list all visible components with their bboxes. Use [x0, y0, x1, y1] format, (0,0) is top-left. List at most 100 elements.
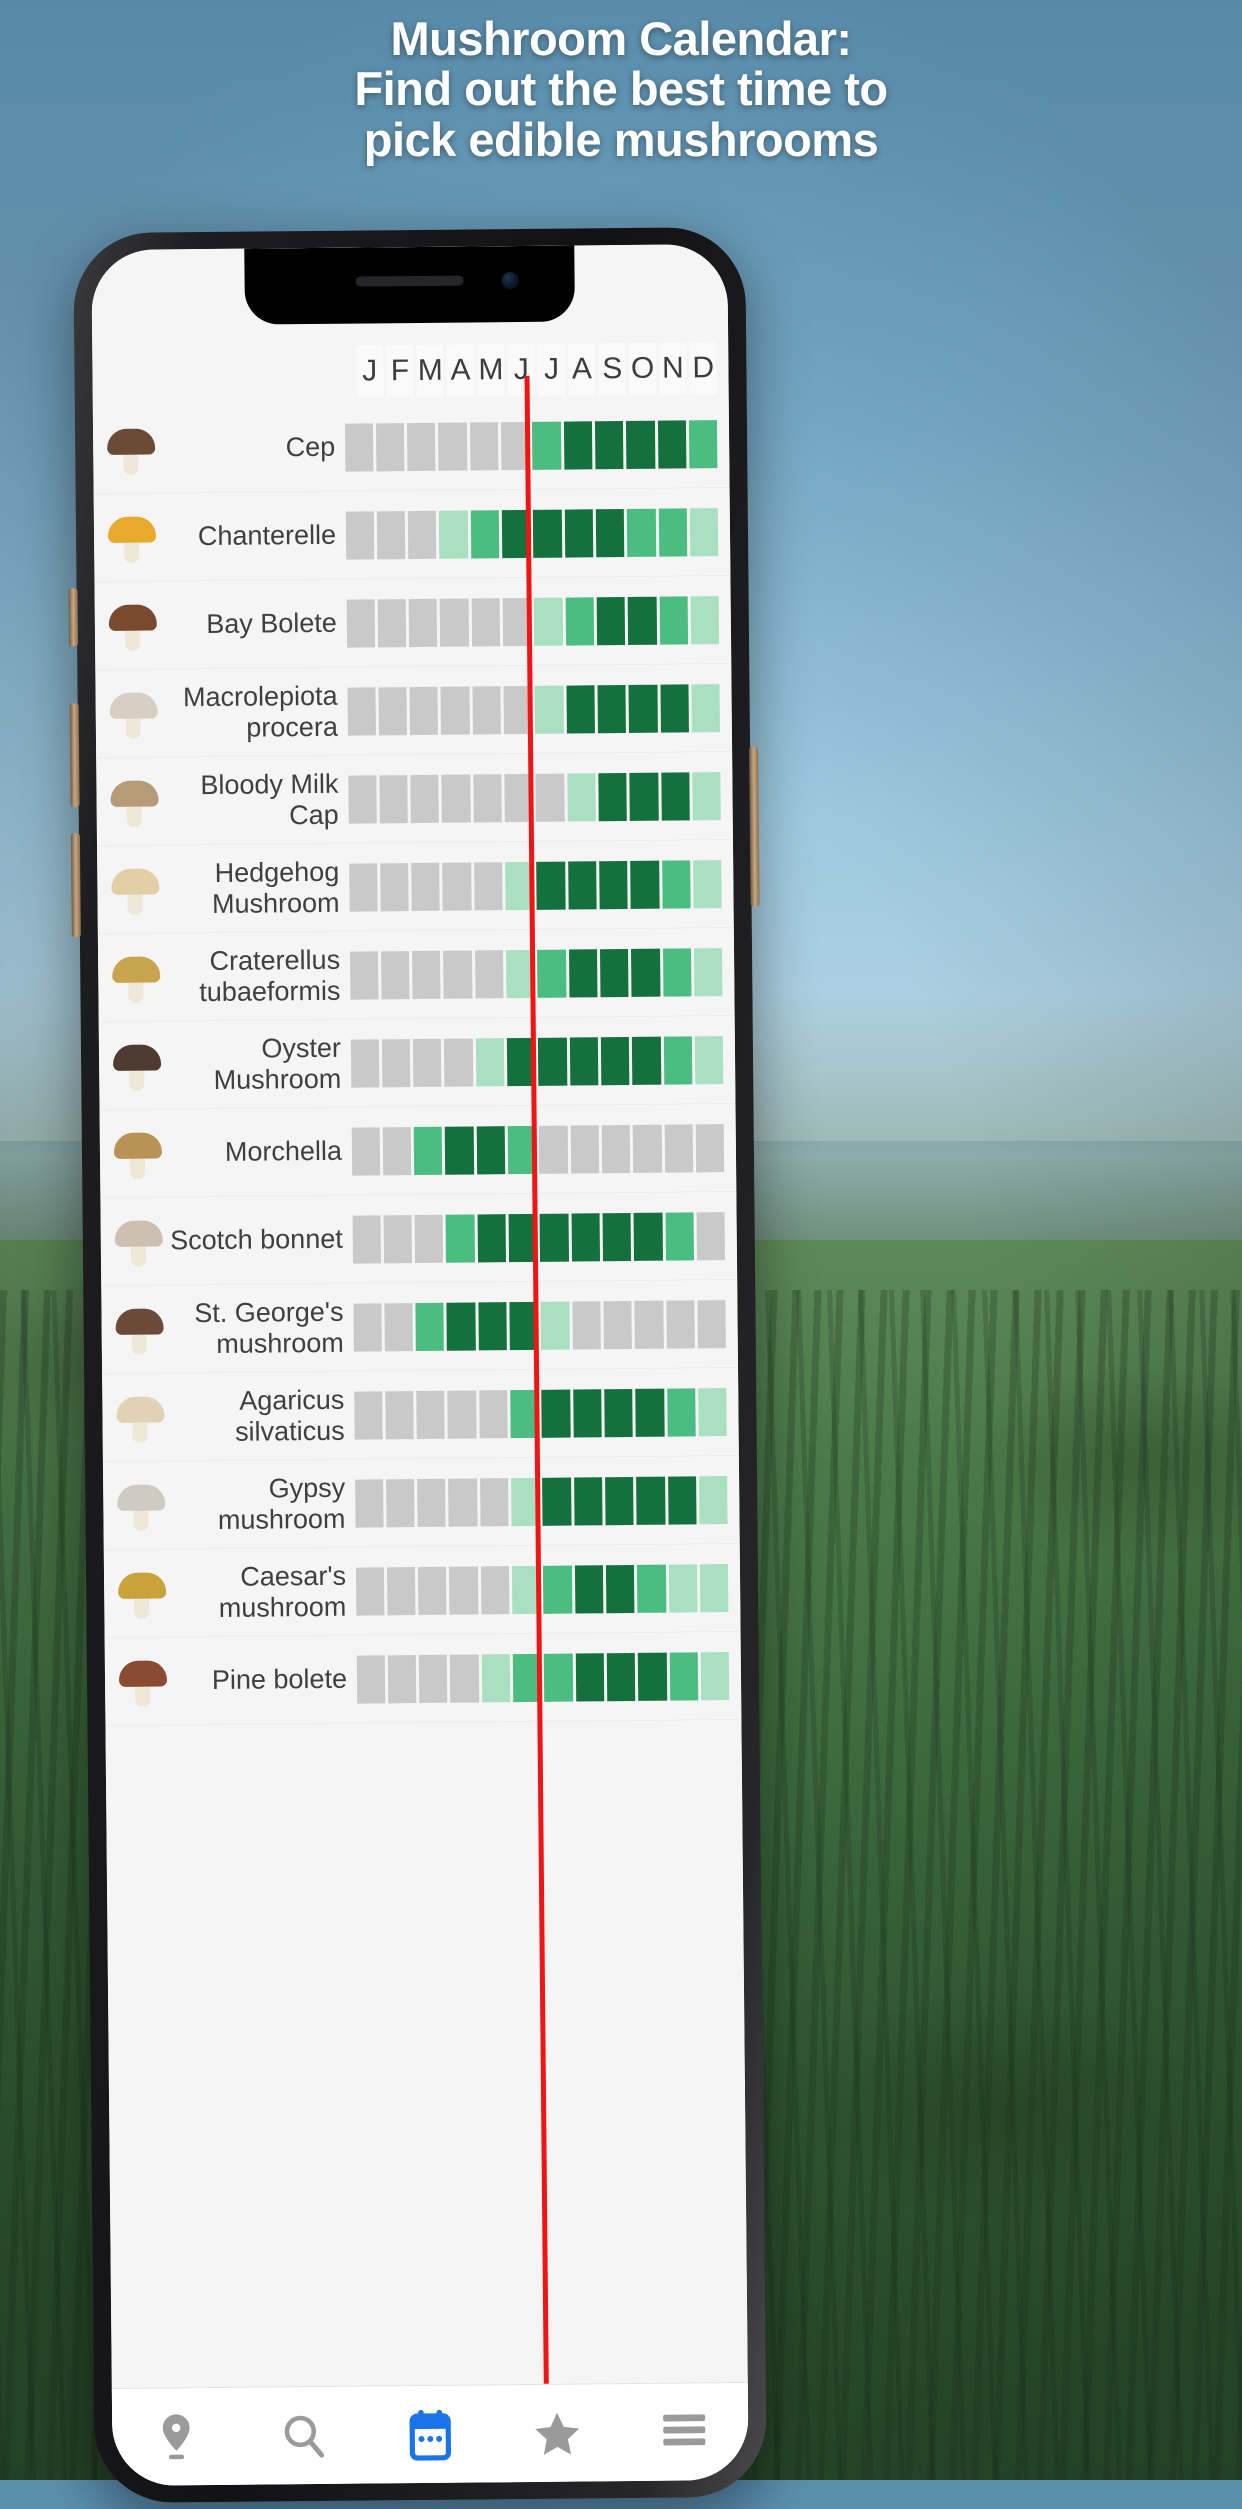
month-cell-8[interactable] [603, 1300, 633, 1349]
month-cell-8[interactable] [600, 948, 629, 997]
month-cell-2[interactable] [418, 1654, 448, 1703]
month-cell-10[interactable] [664, 1123, 694, 1173]
species-row[interactable]: Bay Bolete [94, 575, 732, 671]
species-row[interactable]: Bloody Milk Cap [96, 751, 733, 847]
month-cell-0[interactable] [344, 422, 374, 472]
month-cell-4[interactable] [471, 597, 501, 646]
species-row[interactable]: Hedgehog Mushroom [97, 839, 734, 935]
location-pin-icon[interactable] [153, 2412, 199, 2462]
month-cell-11[interactable] [699, 1475, 728, 1524]
month-cell-1[interactable] [380, 862, 409, 911]
tab-star[interactable] [494, 2409, 622, 2458]
species-row[interactable]: Macrolepiota procera [95, 663, 733, 759]
month-cell-9[interactable] [633, 1212, 663, 1261]
month-cell-4[interactable] [474, 949, 504, 998]
month-cell-11[interactable] [695, 1123, 725, 1172]
month-cell-2[interactable] [412, 950, 441, 999]
month-cell-11[interactable] [689, 507, 719, 556]
tab-calendar[interactable] [366, 2408, 494, 2461]
month-cell-3[interactable] [447, 1389, 477, 1439]
month-cell-4[interactable] [470, 509, 500, 558]
month-cell-1[interactable] [385, 1390, 414, 1439]
month-cell-4[interactable] [472, 685, 502, 734]
month-cell-4[interactable] [477, 1213, 507, 1262]
month-cell-2[interactable] [407, 422, 436, 471]
month-header-11[interactable]: D [689, 342, 718, 395]
month-cell-8[interactable] [595, 420, 624, 469]
search-icon[interactable] [280, 2411, 326, 2459]
month-cell-6[interactable] [536, 861, 566, 910]
month-cell-3[interactable] [446, 1301, 476, 1351]
month-cell-3[interactable] [443, 949, 473, 999]
month-cell-11[interactable] [689, 419, 718, 468]
month-cell-10[interactable] [657, 419, 687, 469]
month-cell-6[interactable] [534, 597, 563, 646]
tab-search[interactable] [239, 2411, 367, 2460]
month-cell-3[interactable] [444, 1037, 474, 1087]
month-cell-9[interactable] [636, 1476, 666, 1525]
month-cell-8[interactable] [605, 1476, 634, 1525]
bottom-tab-bar[interactable] [111, 2381, 749, 2487]
month-cell-7[interactable] [572, 1300, 601, 1350]
month-cell-7[interactable] [569, 1036, 599, 1086]
month-cell-1[interactable] [381, 1038, 411, 1087]
month-cell-2[interactable] [415, 1302, 445, 1351]
month-cell-2[interactable] [411, 862, 441, 911]
month-cell-8[interactable] [597, 684, 627, 733]
month-cell-11[interactable] [700, 1563, 729, 1612]
month-cell-2[interactable] [414, 1214, 444, 1263]
month-cell-11[interactable] [697, 1299, 727, 1348]
month-cell-2[interactable] [410, 774, 440, 823]
month-cell-9[interactable] [633, 1124, 662, 1173]
month-cell-0[interactable] [356, 1654, 386, 1704]
month-cell-2[interactable] [408, 598, 438, 647]
month-cell-0[interactable] [354, 1478, 384, 1528]
month-cell-6[interactable] [543, 1565, 573, 1614]
month-cell-1[interactable] [385, 1478, 415, 1527]
month-cell-1[interactable] [384, 1302, 414, 1351]
month-cell-0[interactable] [349, 950, 379, 1000]
month-cell-9[interactable] [628, 684, 658, 733]
month-cell-7[interactable] [567, 860, 597, 910]
month-cell-1[interactable] [375, 422, 405, 471]
month-cell-8[interactable] [596, 596, 626, 645]
month-cell-7[interactable] [563, 420, 593, 470]
species-row[interactable]: Oyster Mushroom [98, 1015, 736, 1111]
month-cell-2[interactable] [416, 1390, 446, 1439]
month-cell-2[interactable] [413, 1126, 443, 1175]
month-cell-6[interactable] [532, 421, 562, 470]
month-cell-2[interactable] [417, 1478, 447, 1527]
calendar-icon[interactable] [408, 2408, 452, 2461]
menu-icon[interactable] [661, 2410, 707, 2454]
month-cell-3[interactable] [445, 1125, 474, 1175]
month-cell-0[interactable] [345, 510, 375, 560]
month-cell-1[interactable] [376, 510, 406, 559]
month-header-2[interactable]: M [416, 344, 445, 397]
month-header-1[interactable]: F [386, 345, 414, 398]
month-cell-4[interactable] [481, 1653, 511, 1702]
month-header-6[interactable]: J [537, 343, 566, 396]
month-cell-8[interactable] [599, 860, 629, 909]
month-cell-10[interactable] [659, 595, 689, 645]
month-cell-7[interactable] [574, 1564, 604, 1614]
species-row[interactable]: Pine bolete [104, 1631, 742, 1727]
month-cell-0[interactable] [352, 1214, 381, 1264]
month-cell-8[interactable] [606, 1652, 636, 1701]
month-cell-2[interactable] [413, 1038, 442, 1087]
month-cell-11[interactable] [691, 683, 721, 732]
month-cell-10[interactable] [669, 1651, 699, 1701]
month-cell-4[interactable] [479, 1477, 509, 1526]
month-cell-1[interactable] [387, 1654, 417, 1703]
month-cell-6[interactable] [538, 1037, 568, 1086]
month-cell-9[interactable] [629, 772, 659, 821]
month-cell-4[interactable] [480, 1565, 510, 1614]
month-cell-11[interactable] [700, 1651, 730, 1700]
month-cell-7[interactable] [573, 1388, 602, 1438]
species-row[interactable]: Chanterelle [93, 487, 731, 583]
month-cell-10[interactable] [661, 859, 691, 909]
month-cell-6[interactable] [534, 685, 564, 734]
month-header-0[interactable]: J [355, 345, 384, 398]
month-cell-9[interactable] [632, 1036, 662, 1085]
month-cell-11[interactable] [696, 1211, 726, 1260]
month-cell-10[interactable] [667, 1475, 697, 1525]
